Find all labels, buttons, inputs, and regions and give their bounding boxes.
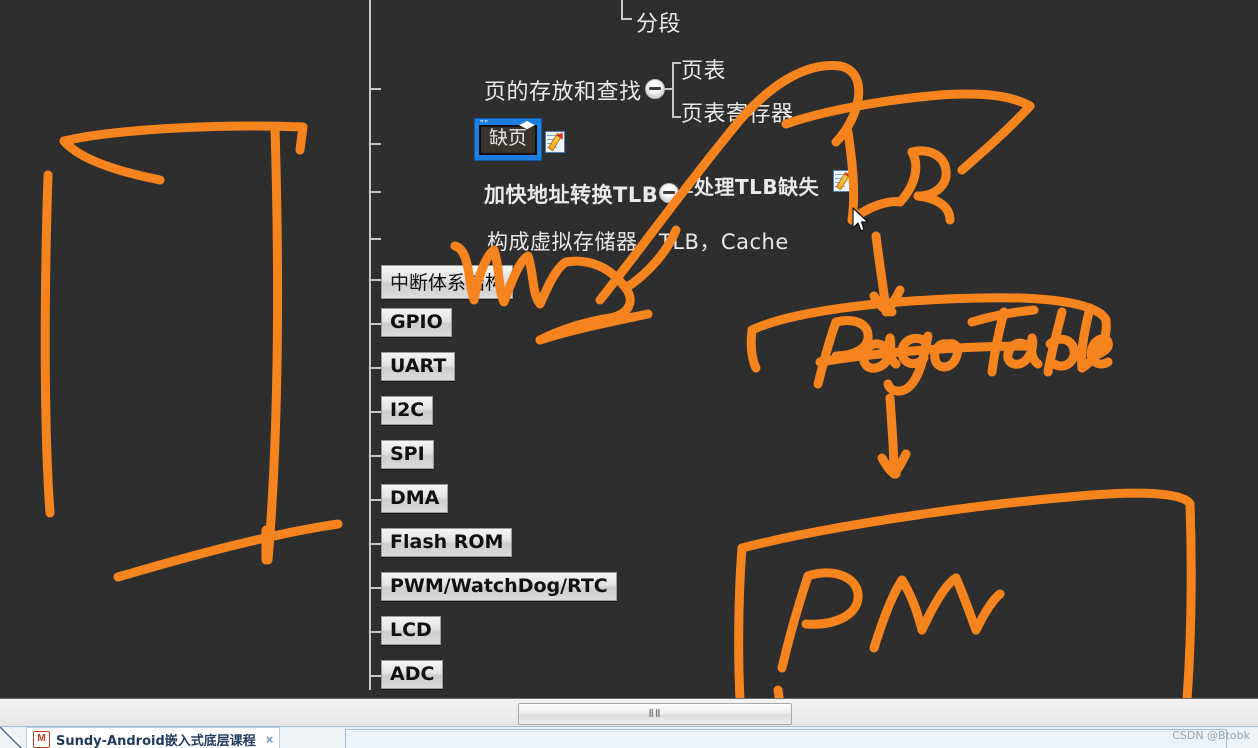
horizontal-scrollbar-track[interactable]: ‖‖ xyxy=(0,698,1258,727)
topic-yebiao[interactable]: 页表 xyxy=(681,53,726,85)
tab-bar[interactable]: M Sundy-Android嵌入式底层课程 × xyxy=(0,726,1258,748)
horizontal-scrollbar-thumb[interactable]: ‖‖ xyxy=(518,703,792,725)
bracket-connector xyxy=(677,191,693,193)
branch-stub xyxy=(369,191,381,193)
branch-stub xyxy=(369,88,381,90)
node-flash-rom[interactable]: Flash ROM xyxy=(381,528,513,557)
bracket-arm xyxy=(672,116,681,118)
branch-stub xyxy=(369,455,381,457)
topic-cunfang[interactable]: 页的存放和查找 xyxy=(484,74,642,106)
topic-fenduan[interactable]: 分段 xyxy=(636,6,681,38)
node-spi[interactable]: SPI xyxy=(381,440,434,469)
close-icon[interactable]: × xyxy=(262,732,274,747)
subtree-bracket-top xyxy=(621,0,623,20)
branch-stub xyxy=(369,323,381,325)
note-pencil-icon[interactable] xyxy=(833,169,854,192)
subtree-bracket-top-arm xyxy=(621,18,632,20)
node-dma[interactable]: DMA xyxy=(381,484,449,513)
mouse-cursor xyxy=(852,207,869,232)
collapse-toggle-tlb[interactable] xyxy=(659,183,679,203)
branch-stub xyxy=(369,675,381,677)
resize-handle-icon[interactable]: ◀▶ xyxy=(519,119,535,131)
topic-gouchen-xuni[interactable]: 构成虚拟存储器，TLB，Cache xyxy=(487,226,789,256)
branch-stub xyxy=(369,411,381,413)
quote-handle-icon: ”” xyxy=(480,119,489,130)
screen-root: 分段 页的存放和查找 页表 页表寄存器 ”” ◀▶ 缺页 加快地址转换TLB 处… xyxy=(0,0,1258,748)
node-adc[interactable]: ADC xyxy=(381,660,444,689)
branch-stub xyxy=(369,499,381,501)
branch-stub xyxy=(369,279,381,281)
node-gpio[interactable]: GPIO xyxy=(381,308,452,337)
tab-bar-empty-area[interactable] xyxy=(345,729,1227,748)
note-pencil-icon[interactable] xyxy=(545,130,566,153)
mindmap-canvas[interactable]: 分段 页的存放和查找 页表 页表寄存器 ”” ◀▶ 缺页 加快地址转换TLB 处… xyxy=(0,0,1258,698)
node-i2c[interactable]: I2C xyxy=(381,396,434,425)
collapse-toggle-cunfang[interactable] xyxy=(645,79,665,99)
tab-title: Sundy-Android嵌入式底层课程 xyxy=(56,733,256,748)
watermark-label: CSDN @Btobk xyxy=(1172,729,1250,742)
node-lcd[interactable]: LCD xyxy=(381,616,441,645)
branch-stub xyxy=(369,143,381,145)
branch-stub xyxy=(369,367,381,369)
node-pwm-watchdog-rtc[interactable]: PWM/WatchDog/RTC xyxy=(381,572,617,601)
scrollbar-grip-icon: ‖‖ xyxy=(648,708,662,720)
topic-yebiao-jicunqi[interactable]: 页表寄存器 xyxy=(681,96,794,128)
selection-frame[interactable]: ”” ◀▶ 缺页 xyxy=(474,118,543,161)
tabbar-corner-decoration xyxy=(0,727,22,748)
branch-stub xyxy=(369,631,381,633)
topic-jiakuai-tlb[interactable]: 加快地址转换TLB xyxy=(484,179,658,209)
selected-node-quexie[interactable]: ”” ◀▶ 缺页 xyxy=(474,118,543,161)
topic-chuli-tlb-queshi[interactable]: 处理TLB缺失 xyxy=(694,171,819,200)
branch-stub xyxy=(369,543,381,545)
branch-stub xyxy=(369,587,381,589)
bracket-arm xyxy=(672,62,681,64)
node-zhongduan[interactable]: 中断体系结构 xyxy=(381,265,514,299)
branch-stub xyxy=(369,238,381,240)
node-uart[interactable]: UART xyxy=(381,352,456,381)
mindmanager-icon: M xyxy=(33,730,50,748)
bracket-spine xyxy=(672,62,674,118)
tab-mindmap-document[interactable]: M Sundy-Android嵌入式底层课程 × xyxy=(26,727,281,748)
